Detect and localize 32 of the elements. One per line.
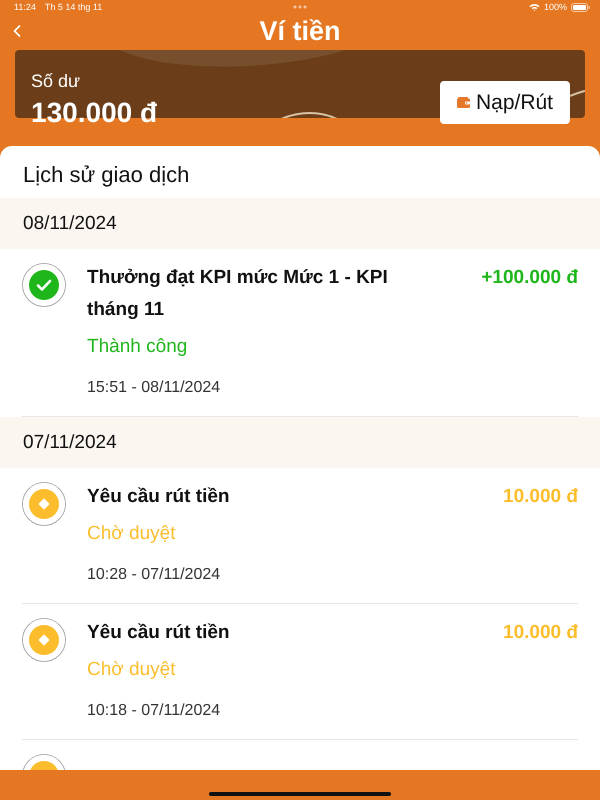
status-time: 11:24 <box>14 1 36 13</box>
section-title: Lịch sử giao dịch <box>23 161 190 189</box>
balance-label: Số dư <box>31 70 80 92</box>
diamond-coin-icon <box>22 482 66 526</box>
transaction-title: Thưởng đạt KPI mức Mức 1 - KPI tháng 11 <box>87 266 389 322</box>
transaction-status: Thành công <box>87 335 188 359</box>
transaction-time: 10:18 - 07/11/2024 <box>87 701 220 721</box>
transaction-title: Yêu cầu rút tiền <box>87 621 230 645</box>
check-circle-icon <box>22 263 66 307</box>
transaction-amount: 10.000 đ <box>503 621 578 645</box>
wifi-icon <box>528 3 540 11</box>
multitask-dots-icon <box>293 5 307 9</box>
battery-percent: 100% <box>544 1 567 13</box>
transaction-status: Chờ duyệt <box>87 522 176 546</box>
wallet-icon <box>456 97 470 108</box>
curve-line-drawing <box>280 111 338 118</box>
transaction-status: Chờ duyệt <box>87 658 176 682</box>
page-title: Ví tiền <box>259 15 340 48</box>
transaction-time: 10:28 - 07/11/2024 <box>87 565 220 585</box>
transaction-title: Yêu cầu rút tiền <box>87 485 230 509</box>
battery-icon <box>571 2 590 12</box>
status-date: Th 5 14 thg 11 <box>44 1 102 13</box>
date-header: 08/11/2024 <box>0 198 600 249</box>
transaction-amount: 10.000 đ <box>503 485 578 509</box>
back-icon[interactable] <box>13 25 21 37</box>
transaction-amount: +100.000 đ <box>481 266 578 290</box>
diamond-coin-icon <box>22 618 66 662</box>
top-up-withdraw-button[interactable]: Nạp/Rút <box>440 81 570 124</box>
curve-line-drawing <box>570 90 585 97</box>
date-header: 07/11/2024 <box>0 417 600 468</box>
transaction-time: 15:51 - 08/11/2024 <box>87 378 220 398</box>
balance-amount: 130.000 đ <box>31 96 158 130</box>
